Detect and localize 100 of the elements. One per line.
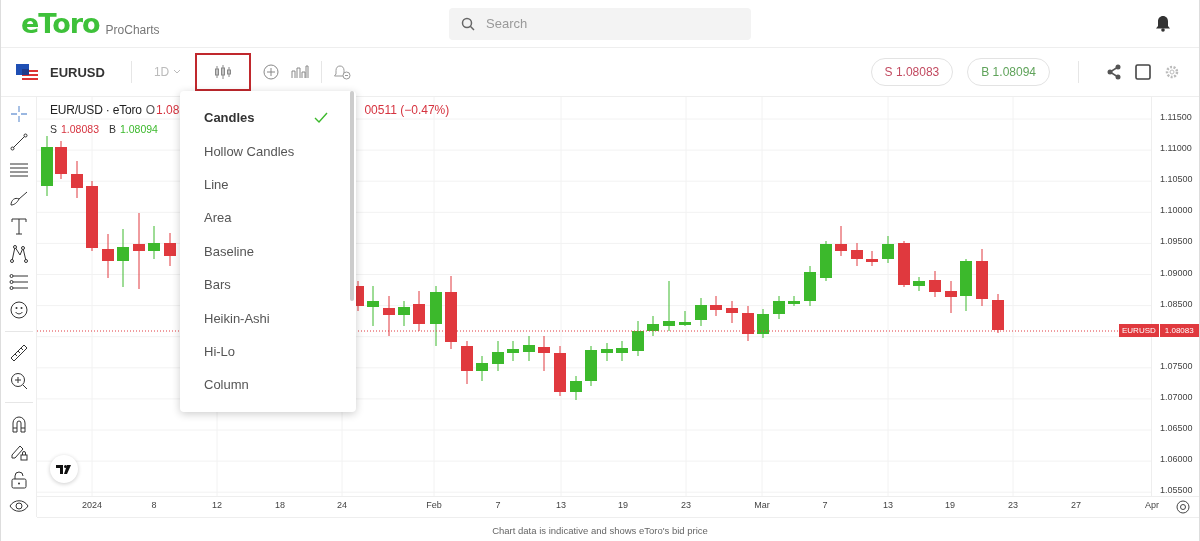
- candle: [929, 270, 941, 298]
- menu-item[interactable]: Candles: [180, 101, 356, 135]
- candle: [710, 295, 722, 317]
- pattern-icon[interactable]: [8, 245, 29, 263]
- search-field[interactable]: Search: [449, 7, 751, 40]
- candle: [945, 280, 957, 314]
- parallel-lines-icon[interactable]: [8, 161, 29, 179]
- menu-item[interactable]: Bars: [180, 267, 356, 302]
- buy-label: B: [109, 123, 116, 135]
- menu-item[interactable]: Area: [180, 201, 356, 235]
- unlock-icon[interactable]: [10, 471, 27, 489]
- candle: [695, 297, 707, 327]
- candle: [570, 375, 582, 401]
- logo-icon: [56, 464, 72, 474]
- chart-type-button[interactable]: [195, 53, 252, 91]
- candle: [55, 140, 67, 180]
- candle: [413, 290, 425, 332]
- menu-item[interactable]: Heikin-Ashi: [180, 301, 356, 335]
- brush-icon[interactable]: [8, 189, 29, 207]
- candle: [117, 228, 129, 288]
- magnet-icon[interactable]: [9, 415, 28, 433]
- candle: [757, 308, 769, 339]
- candle: [585, 345, 597, 387]
- candle: [663, 280, 675, 332]
- change-value: 00511 (−0.47%): [364, 103, 450, 117]
- x-axis-label: 7: [822, 500, 828, 510]
- candle: [851, 242, 863, 267]
- share-icon[interactable]: [1107, 64, 1121, 80]
- etoro-logo: eToro: [21, 8, 100, 39]
- sell-value: 1.08083: [61, 123, 99, 135]
- add-indicator-icon[interactable]: [263, 64, 280, 80]
- candle: [960, 258, 972, 312]
- x-axis-label: 2024: [82, 500, 102, 510]
- candle: [773, 295, 785, 320]
- candle: [742, 305, 754, 342]
- tradingview-logo[interactable]: [50, 455, 78, 483]
- sell-label: S: [50, 123, 57, 135]
- menu-item[interactable]: Hi-Lo: [180, 334, 356, 369]
- smiley-icon[interactable]: [9, 301, 28, 319]
- y-axis-label: 1.07500: [1160, 360, 1193, 371]
- candle: [148, 225, 160, 260]
- candle: [71, 160, 83, 199]
- candle: [523, 335, 535, 362]
- fullscreen-icon[interactable]: [1135, 64, 1151, 80]
- candle: [726, 300, 738, 324]
- x-axis-label: 23: [681, 500, 691, 510]
- candle: [804, 265, 816, 307]
- menu-item[interactable]: Hollow Candles: [180, 134, 356, 168]
- flag-icon: [16, 64, 38, 80]
- candle: [820, 240, 832, 282]
- candle: [616, 340, 628, 362]
- candle: [430, 285, 442, 347]
- x-axis-label: Feb: [426, 500, 442, 510]
- y-axis-label: 1.06000: [1160, 454, 1193, 465]
- x-axis-label: 8: [151, 500, 157, 510]
- bell-icon[interactable]: [1155, 15, 1171, 32]
- y-axis-label: 1.11500: [1160, 112, 1192, 122]
- symbol-label[interactable]: EURUSD: [50, 64, 105, 80]
- candle: [976, 248, 988, 307]
- menu-item[interactable]: Baseline: [180, 234, 356, 268]
- buy-value: 1.08094: [120, 123, 158, 135]
- zoom-in-icon[interactable]: [9, 372, 28, 390]
- y-axis-label: 1.09500: [1160, 236, 1193, 247]
- candle: [679, 310, 691, 327]
- menu-item[interactable]: Line: [180, 167, 356, 202]
- candle: [164, 232, 176, 267]
- symbol-price-tag: EURUSD: [1119, 324, 1159, 337]
- caret-icon: [173, 69, 182, 75]
- candle: [41, 135, 53, 197]
- menu-item[interactable]: Column: [180, 368, 356, 402]
- text-tool-icon[interactable]: [10, 217, 27, 235]
- x-axis-label: 13: [556, 500, 566, 510]
- trend-line-icon[interactable]: [9, 133, 28, 151]
- scrollbar[interactable]: [350, 91, 354, 301]
- y-axis-label: 1.09000: [1160, 267, 1193, 278]
- price-tag: 1.08083: [1159, 324, 1199, 337]
- candle: [383, 295, 395, 337]
- candle: [554, 345, 566, 397]
- y-axis-label: 1.07000: [1160, 391, 1193, 402]
- eye-icon[interactable]: [8, 499, 29, 513]
- candle: [461, 340, 473, 385]
- forecast-icon[interactable]: [8, 273, 29, 291]
- y-axis-label: 1.06500: [1160, 423, 1193, 433]
- open-label: O: [145, 103, 156, 117]
- candle: [367, 285, 379, 327]
- candle: [507, 340, 519, 362]
- ruler-icon[interactable]: [9, 344, 28, 362]
- disclaimer-text: Chart data is indicative and shows eToro's bid price: [492, 524, 708, 536]
- candle: [788, 295, 800, 307]
- candle: [632, 320, 644, 357]
- axis-settings-icon[interactable]: [1176, 500, 1190, 514]
- pencil-lock-icon[interactable]: [9, 443, 28, 461]
- x-axis-label: Mar: [754, 500, 770, 510]
- sell-price-button[interactable]: S 1.08083: [870, 58, 954, 86]
- x-axis-label: 12: [212, 500, 222, 510]
- candle: [492, 340, 504, 372]
- candle: [913, 276, 925, 292]
- x-axis-label: Apr: [1145, 500, 1159, 510]
- candle: [866, 250, 878, 267]
- x-axis-label: 18: [275, 500, 285, 510]
